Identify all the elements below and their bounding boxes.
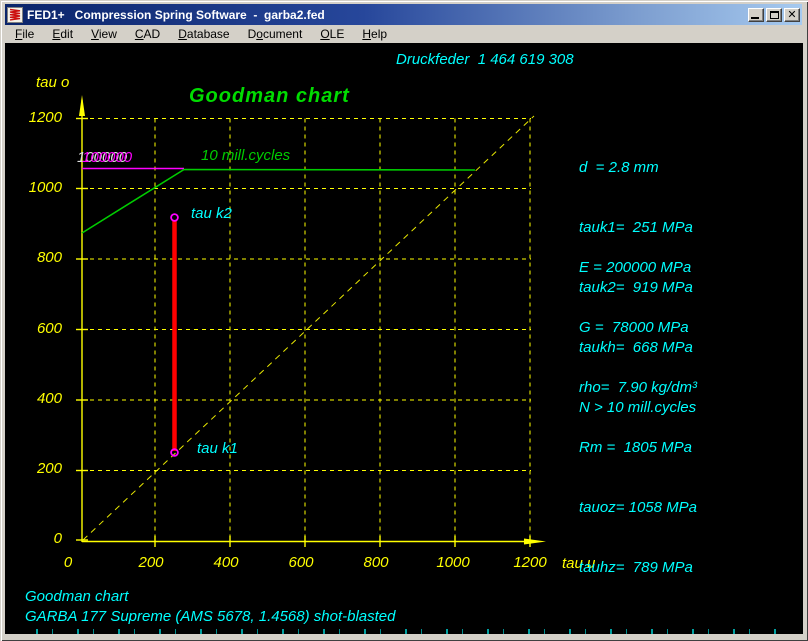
y-tick-800: 800	[12, 250, 62, 267]
footer-chart-name: Goodman chart	[25, 588, 128, 605]
tau-k1-label: tau k1	[197, 441, 238, 458]
menu-ole[interactable]: OLE	[311, 26, 353, 43]
minimize-icon	[751, 17, 759, 19]
minimize-button[interactable]	[748, 8, 764, 22]
cycles-line-label: 10 mill.cycles	[201, 148, 290, 165]
result-g: G = 78000 MPa	[579, 318, 697, 338]
y-axis-label: tau o	[36, 75, 69, 92]
menu-view[interactable]: View	[82, 26, 126, 43]
x-tick-600: 600	[271, 555, 331, 572]
close-icon: ✕	[787, 10, 796, 20]
y-tick-1000: 1000	[12, 180, 62, 197]
window-title: FED1+ Compression Spring Software - garb…	[27, 8, 748, 22]
menu-document[interactable]: Document	[239, 26, 312, 43]
result-d: d = 2.8 mm	[579, 158, 693, 178]
cycle-label-100000: 100000	[82, 149, 132, 166]
y-tick-200: 200	[12, 461, 62, 478]
window-controls: ✕	[748, 8, 800, 22]
clipped-text-line	[25, 629, 785, 634]
y-tick-600: 600	[12, 321, 62, 338]
overlapping-cycle-labels: 100000 100000	[77, 149, 147, 167]
y-tick-1200: 1200	[12, 110, 62, 127]
result-cycles: N > 10 mill.cycles	[579, 398, 696, 418]
x-tick-200: 200	[121, 555, 181, 572]
result-tauhz: tauhz= 789 MPa	[579, 558, 697, 578]
menu-file[interactable]: File	[6, 26, 43, 43]
diagonal-line	[83, 116, 534, 540]
y-axis-arrow	[79, 95, 85, 116]
app-window: FED1+ Compression Spring Software - garb…	[0, 0, 808, 641]
title-bar[interactable]: FED1+ Compression Spring Software - garb…	[5, 4, 802, 25]
x-tick-1000: 1000	[423, 555, 483, 572]
limit-line-10mill	[82, 170, 475, 234]
x-tick-0: 0	[38, 555, 98, 572]
maximize-icon	[770, 11, 779, 19]
x-tick-1200: 1200	[500, 555, 560, 572]
x-tick-800: 800	[346, 555, 406, 572]
x-tick-400: 400	[196, 555, 256, 572]
results-group-cycles: N > 10 mill.cycles	[579, 358, 696, 458]
y-tick-400: 400	[12, 391, 62, 408]
maximize-button[interactable]	[766, 8, 782, 22]
menu-database[interactable]: Database	[169, 26, 238, 43]
chart-canvas: Druckfeder 1 464 619 308 tau o Goodman c…	[5, 43, 803, 634]
drawing-number-header: Druckfeder 1 464 619 308	[396, 52, 574, 69]
result-e: E = 200000 MPa	[579, 258, 697, 278]
menu-cad[interactable]: CAD	[126, 26, 169, 43]
y-tick-0: 0	[12, 531, 62, 548]
chart-title: Goodman chart	[189, 85, 350, 107]
tau-k2-marker	[171, 214, 178, 221]
footer-material-name: GARBA 177 Supreme (AMS 5678, 1.4568) sho…	[25, 608, 395, 625]
spring-icon	[7, 7, 23, 23]
menu-bar: File Edit View CAD Database Document OLE…	[5, 25, 802, 43]
menu-edit[interactable]: Edit	[43, 26, 82, 43]
tau-k2-label: tau k2	[191, 206, 232, 223]
result-tauoz: tauoz= 1058 MPa	[579, 498, 697, 518]
close-button[interactable]: ✕	[784, 8, 800, 22]
x-axis-arrow	[524, 539, 546, 545]
menu-help[interactable]: Help	[353, 26, 396, 43]
